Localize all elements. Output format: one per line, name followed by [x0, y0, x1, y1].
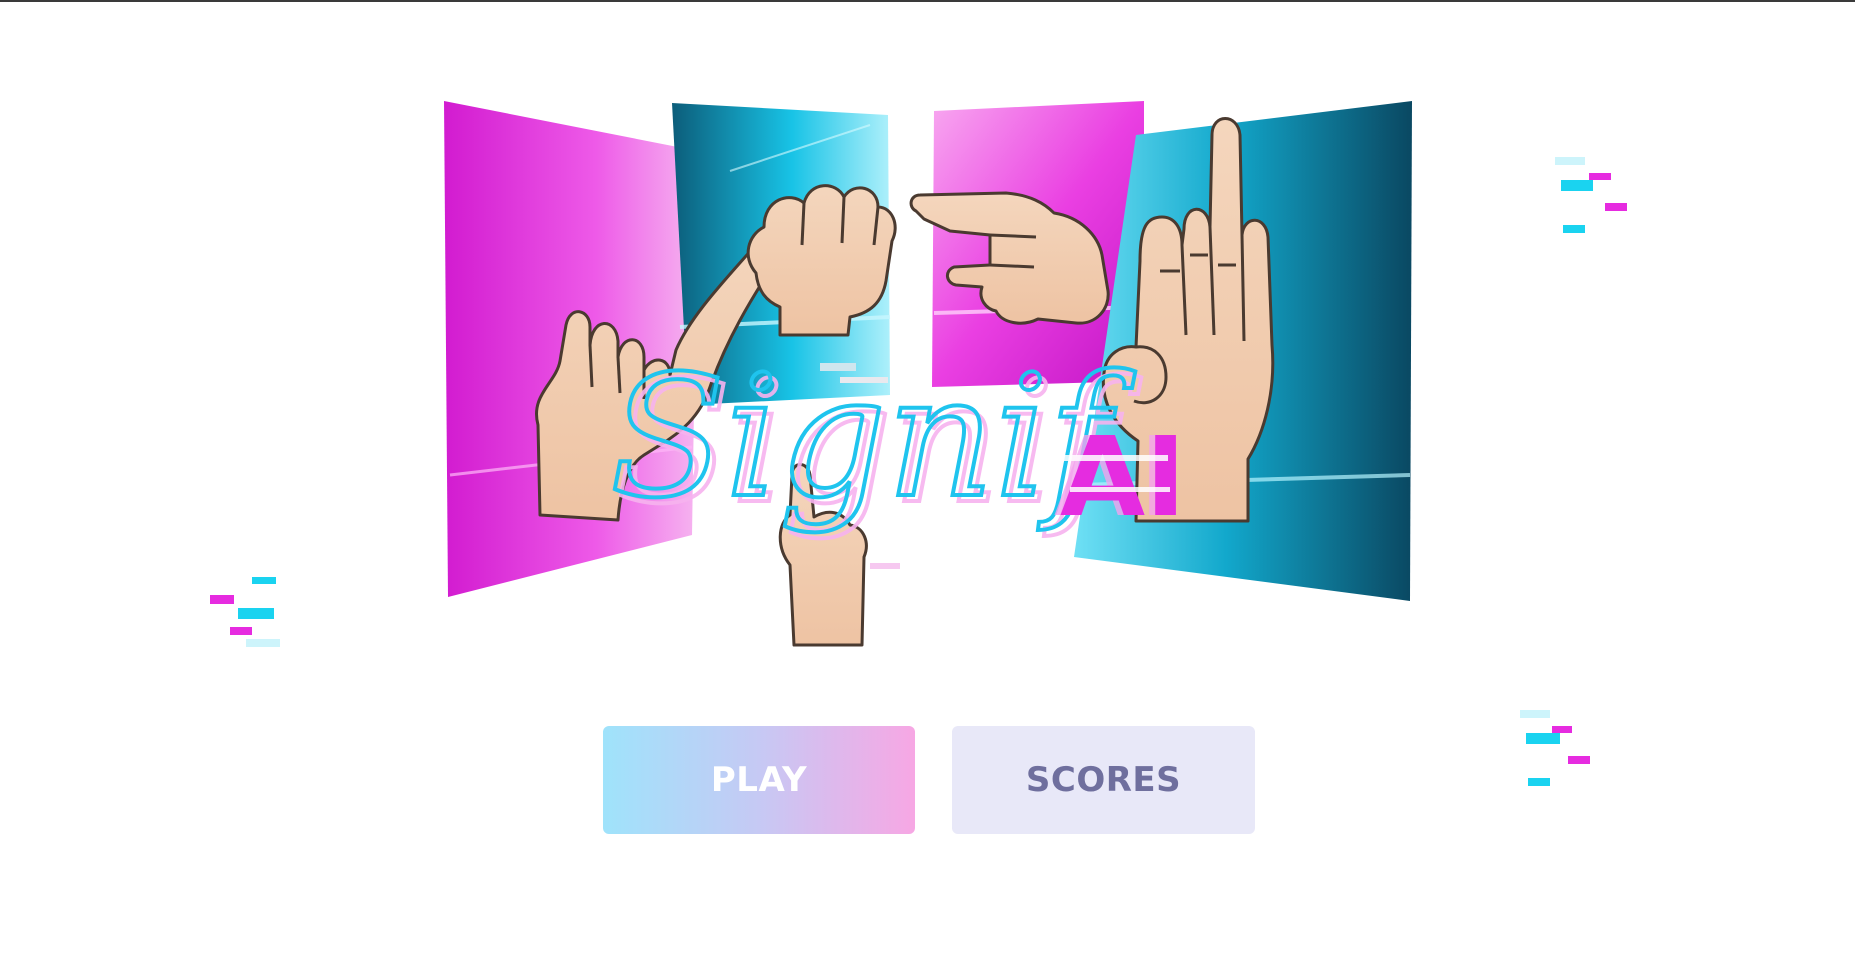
- svg-text:AI: AI: [1060, 413, 1186, 541]
- glitch-decoration-bottom-right: [1518, 708, 1608, 798]
- main-menu-screen: Signif Signif AI AI PLAY SCORES: [0, 0, 1855, 971]
- glitch-decoration-left: [210, 575, 300, 665]
- logo-illustration: Signif Signif AI AI: [444, 101, 1412, 647]
- game-logo-hero: Signif Signif AI AI: [430, 95, 1430, 665]
- glitch-decoration-top-right: [1555, 155, 1645, 245]
- logo-ai-text: AI AI: [1048, 413, 1186, 541]
- window-top-border: [0, 0, 1855, 2]
- main-menu-buttons: PLAY SCORES: [603, 726, 1255, 834]
- scores-button[interactable]: SCORES: [952, 726, 1255, 834]
- play-button[interactable]: PLAY: [603, 726, 915, 834]
